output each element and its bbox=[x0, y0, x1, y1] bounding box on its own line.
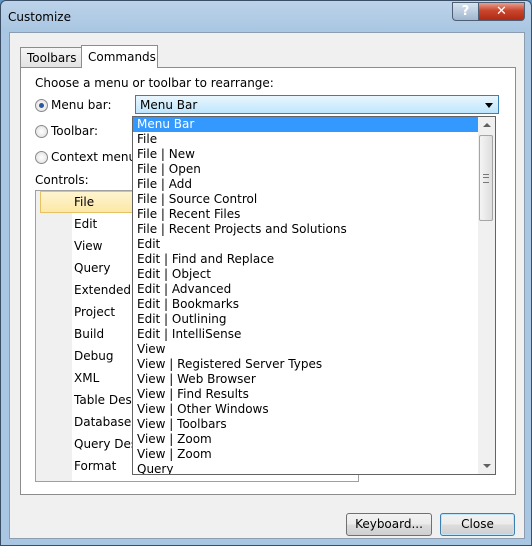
dropdown-item[interactable]: Edit | Outlining bbox=[133, 312, 479, 327]
dropdown-item[interactable]: View | Find Results bbox=[133, 387, 479, 402]
list-item[interactable]: XML bbox=[74, 371, 99, 385]
controls-icon-gutter bbox=[36, 191, 72, 481]
dropdown-item[interactable]: File | Open bbox=[133, 162, 479, 177]
dropdown-item[interactable]: View | Toolbars bbox=[133, 417, 479, 432]
list-item[interactable]: Debug bbox=[74, 349, 113, 363]
dropdown-item[interactable]: Edit | IntelliSense bbox=[133, 327, 479, 342]
help-button[interactable]: ? bbox=[452, 2, 479, 21]
dropdown-scrollbar[interactable] bbox=[478, 117, 495, 474]
tab-commands-label: Commands bbox=[88, 50, 156, 64]
toolbar-label: Toolbar: bbox=[51, 124, 99, 138]
grip-icon bbox=[483, 174, 489, 183]
rearrange-prompt: Choose a menu or toolbar to rearrange: bbox=[35, 76, 274, 90]
dropdown-item[interactable]: View | Other Windows bbox=[133, 402, 479, 417]
dropdown-item[interactable]: File | Recent Projects and Solutions bbox=[133, 222, 479, 237]
list-item[interactable]: Project bbox=[74, 305, 115, 319]
close-window-button[interactable]: ✕ bbox=[478, 2, 525, 21]
dropdown-item[interactable]: Edit | Find and Replace bbox=[133, 252, 479, 267]
dropdown-item[interactable]: Query bbox=[133, 462, 479, 474]
dropdown-item[interactable]: File bbox=[133, 132, 479, 147]
help-icon: ? bbox=[461, 4, 470, 19]
list-item[interactable]: Query bbox=[74, 261, 110, 275]
close-button[interactable]: Close bbox=[440, 513, 515, 536]
dropdown-item[interactable]: Edit | Advanced bbox=[133, 282, 479, 297]
dropdown-items: Menu Bar File File | New File | Open File | … bbox=[133, 117, 479, 474]
dropdown-item[interactable]: Edit | Object bbox=[133, 267, 479, 282]
list-item[interactable]: Build bbox=[74, 327, 104, 341]
context-menu-label: Context menu: bbox=[51, 150, 141, 164]
menu-bar-dropdown-list[interactable]: Menu Bar File File | New File | Open File | … bbox=[132, 116, 496, 475]
dropdown-item[interactable]: Edit bbox=[133, 237, 479, 252]
dropdown-item[interactable]: View | Registered Server Types bbox=[133, 357, 479, 372]
dropdown-item[interactable]: View | Zoom bbox=[133, 447, 479, 462]
scroll-down-icon[interactable] bbox=[478, 457, 495, 474]
list-item[interactable]: View bbox=[74, 239, 102, 253]
menu-bar-label: Menu bar: bbox=[51, 98, 112, 112]
scroll-up-icon[interactable] bbox=[478, 117, 495, 134]
keyboard-button[interactable]: Keyboard... bbox=[346, 513, 432, 536]
context-menu-radio[interactable] bbox=[35, 151, 48, 164]
dropdown-item[interactable]: File | Source Control bbox=[133, 192, 479, 207]
menu-bar-select-value: Menu Bar bbox=[140, 98, 198, 112]
list-item[interactable]: Format bbox=[74, 459, 116, 473]
toolbar-radio[interactable] bbox=[35, 125, 48, 138]
dropdown-item[interactable]: File | Add bbox=[133, 177, 479, 192]
list-item[interactable]: Edit bbox=[74, 217, 97, 231]
dropdown-item[interactable]: View bbox=[133, 342, 479, 357]
menu-bar-select[interactable]: Menu Bar bbox=[135, 95, 499, 114]
dropdown-item[interactable]: View | Zoom bbox=[133, 432, 479, 447]
scroll-thumb[interactable] bbox=[479, 135, 493, 221]
dropdown-item[interactable]: File | New bbox=[133, 147, 479, 162]
dialog-title: Customize bbox=[8, 10, 71, 24]
close-icon: ✕ bbox=[496, 4, 507, 19]
dropdown-item[interactable]: Edit | Bookmarks bbox=[133, 297, 479, 312]
title-bar[interactable]: Customize ? ✕ bbox=[1, 1, 531, 33]
tab-toolbars-label: Toolbars bbox=[27, 51, 77, 65]
menu-bar-radio[interactable] bbox=[35, 99, 48, 112]
tab-commands[interactable]: Commands bbox=[81, 45, 158, 68]
controls-label: Controls: bbox=[35, 173, 89, 187]
chevron-down-icon bbox=[485, 103, 493, 108]
dropdown-item[interactable]: View | Web Browser bbox=[133, 372, 479, 387]
list-item[interactable]: File bbox=[74, 195, 94, 209]
tab-toolbars[interactable]: Toolbars bbox=[20, 47, 82, 67]
dropdown-item[interactable]: Menu Bar bbox=[133, 117, 479, 132]
dropdown-item[interactable]: File | Recent Files bbox=[133, 207, 479, 222]
